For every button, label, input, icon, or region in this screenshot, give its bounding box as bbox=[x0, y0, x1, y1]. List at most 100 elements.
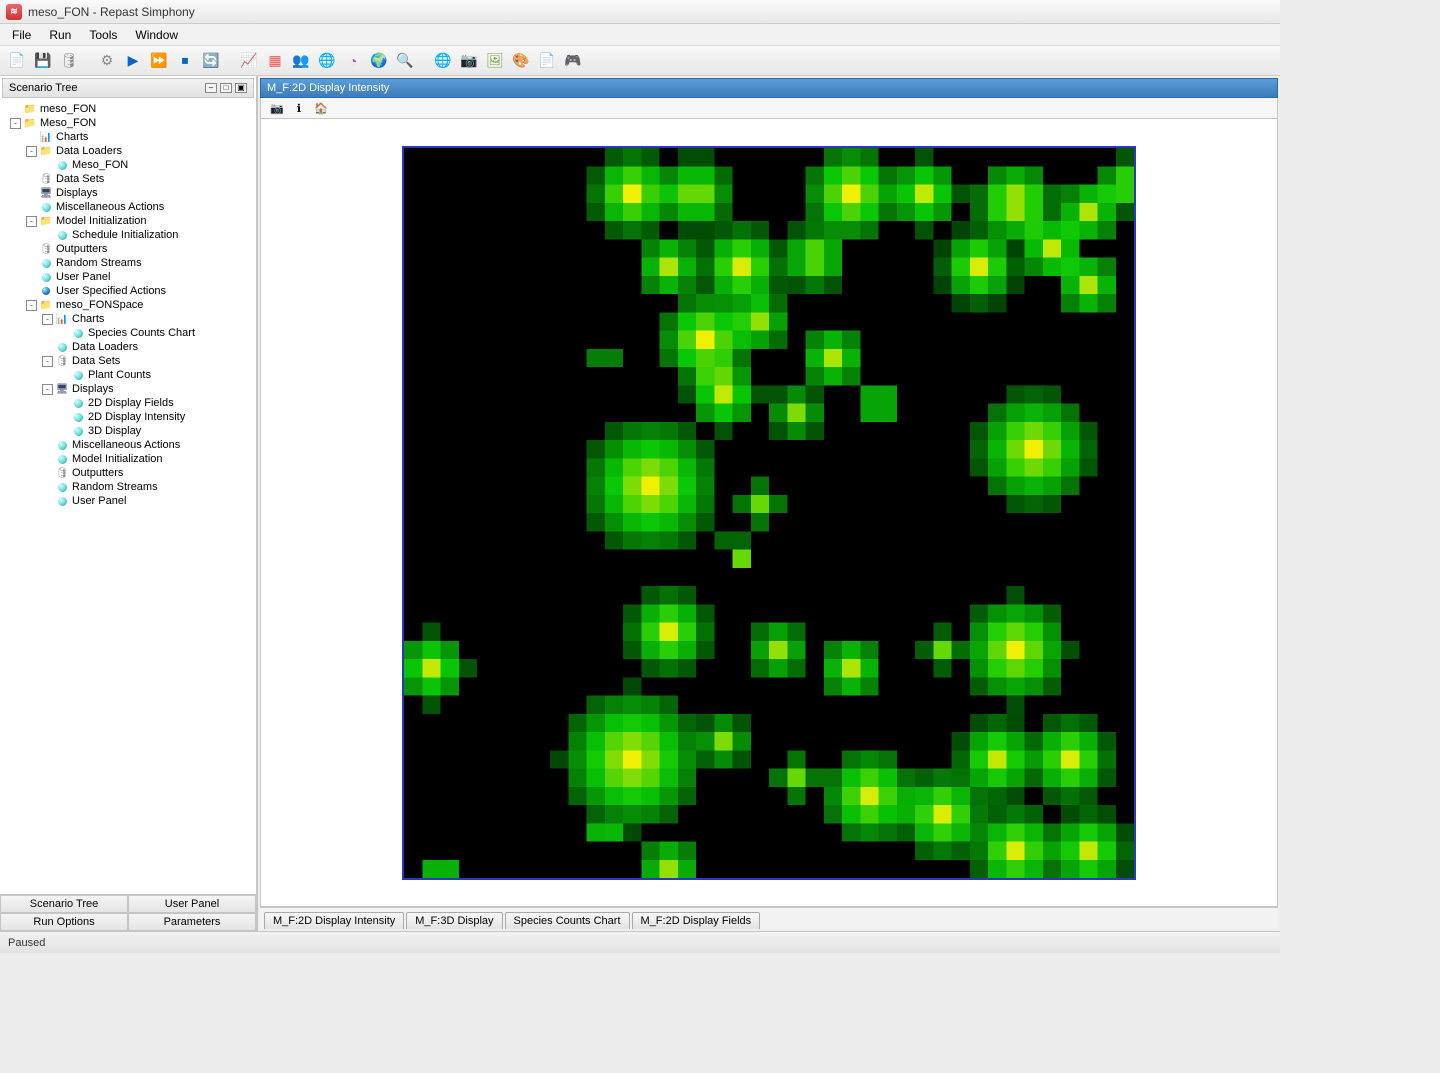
db-icon[interactable]: 🛢 bbox=[58, 50, 80, 72]
tree-item[interactable]: 3D Display bbox=[2, 424, 254, 438]
camera-icon[interactable]: 📷 bbox=[458, 50, 480, 72]
menubar: FileRunToolsWindow bbox=[0, 24, 1280, 46]
dock-pane-icon[interactable]: ▣ bbox=[235, 83, 247, 93]
open-icon[interactable]: 📄 bbox=[6, 50, 28, 72]
tree-label: 3D Display bbox=[88, 425, 141, 437]
init-icon[interactable]: ⚙ bbox=[96, 50, 118, 72]
stop-icon[interactable]: ⏹ bbox=[174, 50, 196, 72]
status-label: Paused bbox=[8, 937, 45, 949]
info-icon[interactable]: ℹ bbox=[291, 102, 307, 115]
tree-item[interactable]: -🖥Displays bbox=[2, 382, 254, 396]
tree-expander[interactable]: - bbox=[42, 314, 53, 325]
menu-tools[interactable]: Tools bbox=[81, 26, 125, 44]
globe2-icon[interactable]: 🌍 bbox=[368, 50, 390, 72]
tree-item[interactable]: -🛢Data Sets bbox=[2, 354, 254, 368]
tree-item[interactable]: 🛢Outputters bbox=[2, 242, 254, 256]
tree-item[interactable]: Schedule Initialization bbox=[2, 228, 254, 242]
tree-item[interactable]: Random Streams bbox=[2, 256, 254, 270]
java-icon: ≋ bbox=[6, 4, 22, 20]
tree-expander[interactable]: - bbox=[26, 216, 37, 227]
step-icon[interactable]: ⏩ bbox=[148, 50, 170, 72]
tree-item[interactable]: 2D Display Fields bbox=[2, 396, 254, 410]
tree-item[interactable]: Random Streams bbox=[2, 480, 254, 494]
tree-expander[interactable]: - bbox=[10, 118, 21, 129]
image-icon[interactable]: 🖼 bbox=[484, 50, 506, 72]
tree-item[interactable]: User Specified Actions bbox=[2, 284, 254, 298]
tree-label: meso_FONSpace bbox=[56, 299, 143, 311]
tree-item[interactable]: 🖥Displays bbox=[2, 186, 254, 200]
tree-item[interactable]: Miscellaneous Actions bbox=[2, 200, 254, 214]
tree-item[interactable]: Meso_FON bbox=[2, 158, 254, 172]
palette-icon[interactable]: 🎨 bbox=[510, 50, 532, 72]
snapshot-icon[interactable]: 📷 bbox=[269, 102, 285, 115]
tree-label: 2D Display Fields bbox=[88, 397, 174, 409]
tree-item[interactable]: -📁meso_FONSpace bbox=[2, 298, 254, 312]
agents-icon[interactable]: 👥 bbox=[290, 50, 312, 72]
tree-label: Displays bbox=[72, 383, 114, 395]
chart-icon[interactable]: 📈 bbox=[238, 50, 260, 72]
tree-item[interactable]: User Panel bbox=[2, 494, 254, 508]
doc-tab[interactable]: M_F:3D Display bbox=[406, 912, 502, 929]
document-tabs: M_F:2D Display IntensityM_F:3D DisplaySp… bbox=[260, 907, 1278, 929]
tree-expander[interactable]: - bbox=[42, 356, 53, 367]
tree-item[interactable]: Data Loaders bbox=[2, 340, 254, 354]
tree-label: Meso_FON bbox=[72, 159, 128, 171]
tree-expander[interactable]: - bbox=[26, 300, 37, 311]
net-icon[interactable]: 🌐 bbox=[432, 50, 454, 72]
reset-icon[interactable]: 🔄 bbox=[200, 50, 222, 72]
tree-item[interactable]: Species Counts Chart bbox=[2, 326, 254, 340]
tree-item[interactable]: Miscellaneous Actions bbox=[2, 438, 254, 452]
display-pane-title: M_F:2D Display Intensity bbox=[260, 78, 1278, 98]
tree-item[interactable]: -📊Charts bbox=[2, 312, 254, 326]
content-area: M_F:2D Display Intensity 📷 ℹ 🏠 M_F:2D Di… bbox=[258, 76, 1280, 931]
game-icon[interactable]: 🎮 bbox=[562, 50, 584, 72]
sidebar-tabs: Scenario TreeUser PanelRun OptionsParame… bbox=[0, 894, 256, 931]
pie-icon[interactable]: ◔ bbox=[342, 50, 364, 72]
tree-label: Schedule Initialization bbox=[72, 229, 178, 241]
tree-item[interactable]: 📁meso_FON bbox=[2, 102, 254, 116]
tree-item[interactable]: Plant Counts bbox=[2, 368, 254, 382]
tree-label: meso_FON bbox=[40, 103, 96, 115]
tree-item[interactable]: User Panel bbox=[2, 270, 254, 284]
play-icon[interactable]: ▶ bbox=[122, 50, 144, 72]
sidebar-tab-run-options[interactable]: Run Options bbox=[0, 913, 128, 931]
doc-tab[interactable]: M_F:2D Display Intensity bbox=[264, 912, 404, 929]
window-titlebar: ≋ meso_FON - Repast Simphony bbox=[0, 0, 1280, 24]
sidebar-tab-parameters[interactable]: Parameters bbox=[128, 913, 256, 931]
tree-label: Miscellaneous Actions bbox=[72, 439, 180, 451]
search-icon[interactable]: 🔍 bbox=[394, 50, 416, 72]
tree-item[interactable]: -📁Model Initialization bbox=[2, 214, 254, 228]
sidebar-tab-scenario-tree[interactable]: Scenario Tree bbox=[0, 895, 128, 913]
tree-item[interactable]: -📁Meso_FON bbox=[2, 116, 254, 130]
menu-run[interactable]: Run bbox=[41, 26, 79, 44]
tree-expander[interactable]: - bbox=[26, 146, 37, 157]
sidebar-tab-user-panel[interactable]: User Panel bbox=[128, 895, 256, 913]
doc-tab[interactable]: Species Counts Chart bbox=[505, 912, 630, 929]
save-icon[interactable]: 💾 bbox=[32, 50, 54, 72]
home-icon[interactable]: 🏠 bbox=[313, 102, 329, 115]
tree-item[interactable]: 2D Display Intensity bbox=[2, 410, 254, 424]
tree-label: Data Loaders bbox=[72, 341, 138, 353]
grid-icon[interactable]: ▦ bbox=[264, 50, 286, 72]
tree-item[interactable]: 🛢Outputters bbox=[2, 466, 254, 480]
tree-item[interactable]: Model Initialization bbox=[2, 452, 254, 466]
globe1-icon[interactable]: 🌐 bbox=[316, 50, 338, 72]
tree-expander[interactable]: - bbox=[42, 384, 53, 395]
scenario-tree[interactable]: 📁meso_FON-📁Meso_FON📊Charts-📁Data Loaders… bbox=[0, 100, 256, 894]
maximize-pane-icon[interactable]: □ bbox=[220, 83, 232, 93]
tree-label: Random Streams bbox=[56, 257, 142, 269]
tree-label: Data Loaders bbox=[56, 145, 122, 157]
menu-window[interactable]: Window bbox=[127, 26, 186, 44]
tree-label: Miscellaneous Actions bbox=[56, 201, 164, 213]
menu-file[interactable]: File bbox=[4, 26, 39, 44]
display-viewport[interactable] bbox=[260, 118, 1278, 907]
intensity-canvas bbox=[404, 148, 1134, 878]
pane-title-label: Scenario Tree bbox=[9, 82, 77, 94]
sidebar: Scenario Tree – □ ▣ 📁meso_FON-📁Meso_FON📊… bbox=[0, 76, 258, 931]
tree-item[interactable]: 📊Charts bbox=[2, 130, 254, 144]
tree-item[interactable]: 🛢Data Sets bbox=[2, 172, 254, 186]
minimize-pane-icon[interactable]: – bbox=[205, 83, 217, 93]
tree-item[interactable]: -📁Data Loaders bbox=[2, 144, 254, 158]
doc-tab[interactable]: M_F:2D Display Fields bbox=[632, 912, 761, 929]
doc-icon[interactable]: 📄 bbox=[536, 50, 558, 72]
